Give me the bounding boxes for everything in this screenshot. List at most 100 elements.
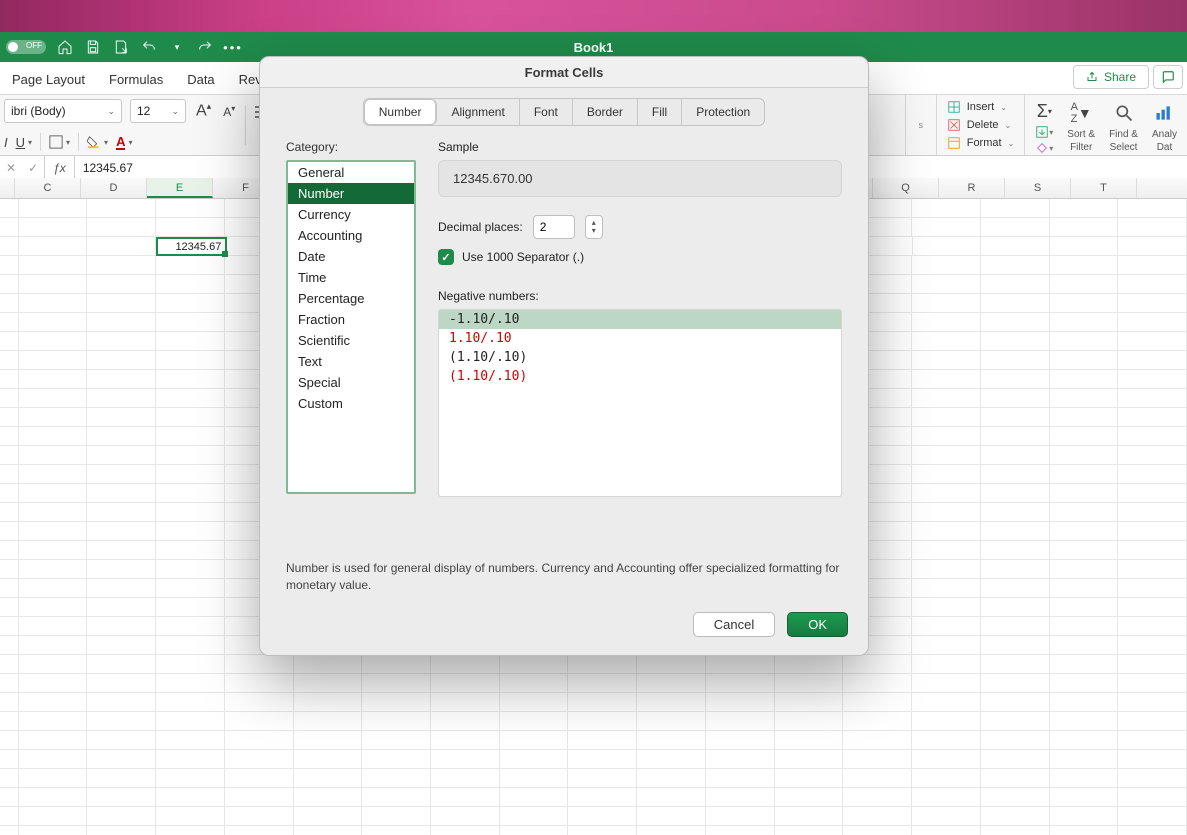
cell[interactable] [294, 750, 363, 769]
cell[interactable] [362, 693, 431, 712]
cell[interactable] [225, 712, 294, 731]
dialog-tab-border[interactable]: Border [573, 99, 638, 125]
formula-cancel-icon[interactable]: ✕ [0, 161, 22, 175]
cell[interactable] [156, 294, 225, 313]
cell[interactable] [1118, 332, 1187, 351]
cell[interactable] [912, 389, 981, 408]
category-item[interactable]: Date [288, 246, 414, 267]
cell[interactable] [912, 693, 981, 712]
cell[interactable] [431, 693, 500, 712]
cell[interactable] [1050, 256, 1119, 275]
insert-cells-button[interactable]: Insert⌄ [947, 100, 1015, 114]
cell[interactable] [294, 769, 363, 788]
border-icon[interactable]: ▾ [49, 135, 70, 149]
category-item[interactable]: Scientific [288, 330, 414, 351]
cell[interactable] [981, 294, 1050, 313]
cell[interactable] [912, 408, 981, 427]
more-icon[interactable]: ••• [224, 38, 242, 56]
cell[interactable] [500, 674, 569, 693]
cell[interactable] [156, 769, 225, 788]
cell[interactable] [19, 294, 88, 313]
cell[interactable] [1050, 541, 1119, 560]
column-header[interactable]: S [1005, 178, 1071, 198]
category-item[interactable]: Fraction [288, 309, 414, 330]
cell[interactable] [87, 598, 156, 617]
cell[interactable] [913, 237, 982, 256]
cell[interactable] [706, 788, 775, 807]
cell[interactable] [1118, 826, 1187, 835]
cell[interactable] [19, 522, 88, 541]
fx-icon[interactable]: ƒx [44, 156, 75, 180]
delete-cells-button[interactable]: Delete⌄ [947, 118, 1015, 132]
cell[interactable] [225, 750, 294, 769]
cell[interactable] [912, 465, 981, 484]
cell[interactable] [981, 332, 1050, 351]
cell[interactable] [981, 769, 1050, 788]
cell[interactable] [294, 807, 363, 826]
cell[interactable] [1050, 522, 1119, 541]
cell[interactable] [225, 807, 294, 826]
cell[interactable] [912, 351, 981, 370]
column-header[interactable]: T [1071, 178, 1137, 198]
undo-chevron-icon[interactable]: ▾ [168, 38, 186, 56]
cell[interactable] [568, 655, 637, 674]
cell[interactable] [775, 693, 844, 712]
cell[interactable] [500, 807, 569, 826]
save-icon[interactable] [84, 38, 102, 56]
cell[interactable] [156, 313, 225, 332]
cell[interactable] [1118, 446, 1187, 465]
category-item[interactable]: Percentage [288, 288, 414, 309]
cell[interactable] [294, 674, 363, 693]
cell[interactable] [637, 674, 706, 693]
cell[interactable] [431, 807, 500, 826]
cell[interactable] [981, 484, 1050, 503]
cell[interactable] [19, 541, 88, 560]
category-item[interactable]: Text [288, 351, 414, 372]
italic-icon[interactable]: I [4, 135, 8, 150]
cell[interactable] [19, 313, 88, 332]
cell[interactable] [843, 655, 912, 674]
comments-button[interactable] [1153, 65, 1183, 89]
cell[interactable] [568, 693, 637, 712]
cell[interactable] [912, 370, 981, 389]
cell[interactable] [156, 693, 225, 712]
cell[interactable] [1050, 503, 1119, 522]
cell[interactable] [981, 598, 1050, 617]
cell[interactable] [156, 389, 225, 408]
fill-color-icon[interactable]: ▾ [87, 135, 108, 149]
cell[interactable] [87, 693, 156, 712]
cell[interactable] [1118, 503, 1187, 522]
negative-format-item[interactable]: 1.10/.10 [439, 329, 841, 348]
cell[interactable] [19, 617, 88, 636]
category-item[interactable]: Custom [288, 393, 414, 414]
cell[interactable] [1118, 598, 1187, 617]
decimal-places-input[interactable] [533, 215, 575, 239]
cell[interactable] [87, 408, 156, 427]
cell[interactable] [225, 674, 294, 693]
cell[interactable] [87, 807, 156, 826]
cell[interactable] [156, 541, 225, 560]
cell[interactable] [19, 788, 88, 807]
cell[interactable] [156, 750, 225, 769]
cell[interactable] [500, 655, 569, 674]
cell[interactable] [912, 674, 981, 693]
cell[interactable] [912, 218, 981, 237]
cell[interactable] [1050, 465, 1119, 484]
cell[interactable] [912, 750, 981, 769]
dialog-tab-alignment[interactable]: Alignment [437, 99, 519, 125]
cell[interactable] [19, 693, 88, 712]
cell[interactable] [19, 826, 88, 835]
cell[interactable] [19, 655, 88, 674]
cell[interactable] [1118, 199, 1187, 218]
cell[interactable] [156, 712, 225, 731]
cancel-button[interactable]: Cancel [693, 612, 775, 637]
cell[interactable] [1050, 370, 1119, 389]
cell[interactable] [775, 826, 844, 835]
cell[interactable] [156, 598, 225, 617]
cell[interactable] [19, 674, 88, 693]
cell[interactable] [156, 560, 225, 579]
share-button[interactable]: Share [1073, 65, 1149, 89]
thousand-separator-checkbox[interactable]: ✓ [438, 249, 454, 265]
cell[interactable] [775, 807, 844, 826]
cell[interactable] [912, 503, 981, 522]
